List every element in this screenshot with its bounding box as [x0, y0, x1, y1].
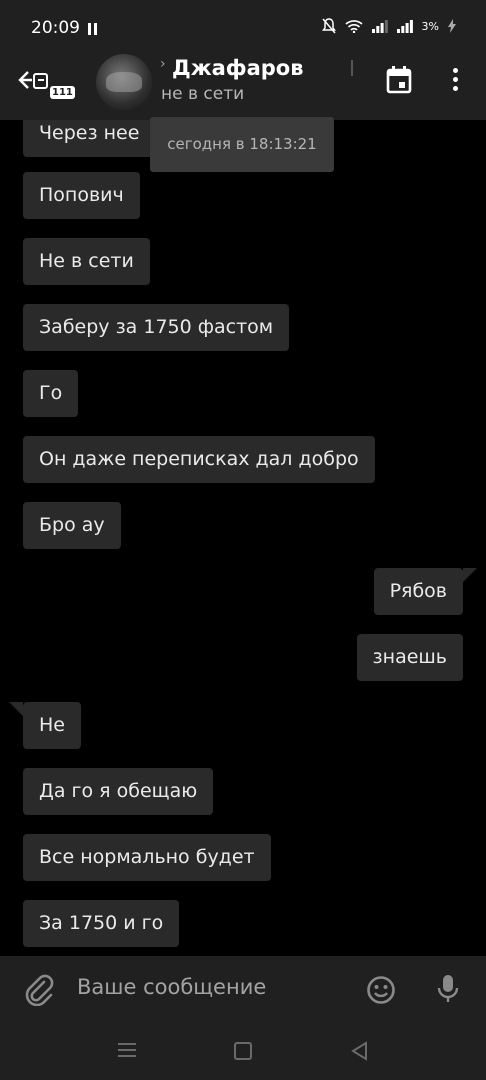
signal-icon-2 [396, 19, 413, 33]
message-outgoing[interactable]: Рябов [373, 568, 478, 615]
message-text: Да го я обещаю [39, 780, 198, 802]
timestamp-tooltip: сегодня в 18:13:21 [150, 117, 334, 172]
system-nav-bar [0, 1024, 486, 1080]
status-icons: 3% [321, 18, 456, 34]
nav-back-icon[interactable] [350, 1041, 368, 1061]
chevron-icon: › [160, 56, 166, 72]
composer-bar: Ваше сообщение [0, 956, 486, 1024]
battery-level: 3% [421, 19, 439, 33]
message-text: Рябов [389, 580, 447, 602]
message-text: Не в сети [39, 250, 134, 272]
recent-apps-button[interactable] [118, 1043, 136, 1061]
signal-icon [371, 19, 388, 33]
message-text: Не [39, 714, 65, 736]
divider [351, 60, 353, 76]
message-text: Все нормально будет [39, 846, 255, 868]
unread-badge: 111 [50, 86, 75, 99]
message-text: Заберу за 1750 фастом [39, 316, 274, 338]
contact-status: не в сети [161, 84, 245, 104]
calendar-icon[interactable] [386, 66, 412, 94]
attachment-icon[interactable] [24, 974, 54, 1006]
mute-bell-icon [321, 18, 336, 34]
status-time: 20:09 [31, 18, 80, 38]
message-incoming[interactable]: Он даже переписках дал добро [23, 436, 375, 483]
back-arrow-icon [18, 71, 48, 89]
message-text: За 1750 и го [39, 912, 164, 934]
message-text: знаешь [372, 646, 447, 668]
message-text: Попович [39, 184, 124, 206]
message-incoming[interactable]: За 1750 и го [23, 900, 180, 947]
message-incoming[interactable]: Все нормально будет [23, 834, 271, 881]
message-incoming[interactable]: Заберу за 1750 фастом [23, 304, 290, 351]
message-incoming[interactable]: Попович [23, 172, 140, 219]
message-text: Через нее [39, 122, 140, 144]
emoji-icon[interactable] [366, 975, 396, 1005]
message-outgoing[interactable]: знаешь [356, 634, 463, 681]
contact-name[interactable]: Джафаров [172, 56, 304, 80]
message-text: Го [39, 382, 63, 404]
message-incoming[interactable]: Бро ау [23, 502, 121, 549]
microphone-icon[interactable] [436, 974, 460, 1004]
message-incoming[interactable]: Не [9, 702, 81, 749]
message-incoming[interactable]: Через нее [23, 120, 156, 157]
chat-header: 111 › Джафаров не в сети [0, 40, 486, 120]
message-input[interactable]: Ваше сообщение [77, 975, 266, 999]
message-list[interactable]: Через нее Попович Не в сети Заберу за 17… [0, 120, 486, 956]
avatar[interactable] [96, 54, 152, 110]
message-incoming[interactable]: Го [23, 370, 79, 417]
message-text: Бро ау [39, 514, 105, 536]
home-button[interactable] [234, 1042, 252, 1060]
pause-icon [88, 23, 98, 35]
charging-icon [448, 19, 456, 33]
more-options-icon[interactable] [450, 68, 460, 94]
message-incoming[interactable]: Да го я обещаю [23, 768, 214, 815]
back-button[interactable]: 111 [14, 64, 75, 104]
message-text: Он даже переписках дал добро [39, 448, 359, 470]
wifi-icon [345, 20, 363, 33]
message-incoming[interactable]: Не в сети [23, 238, 150, 285]
